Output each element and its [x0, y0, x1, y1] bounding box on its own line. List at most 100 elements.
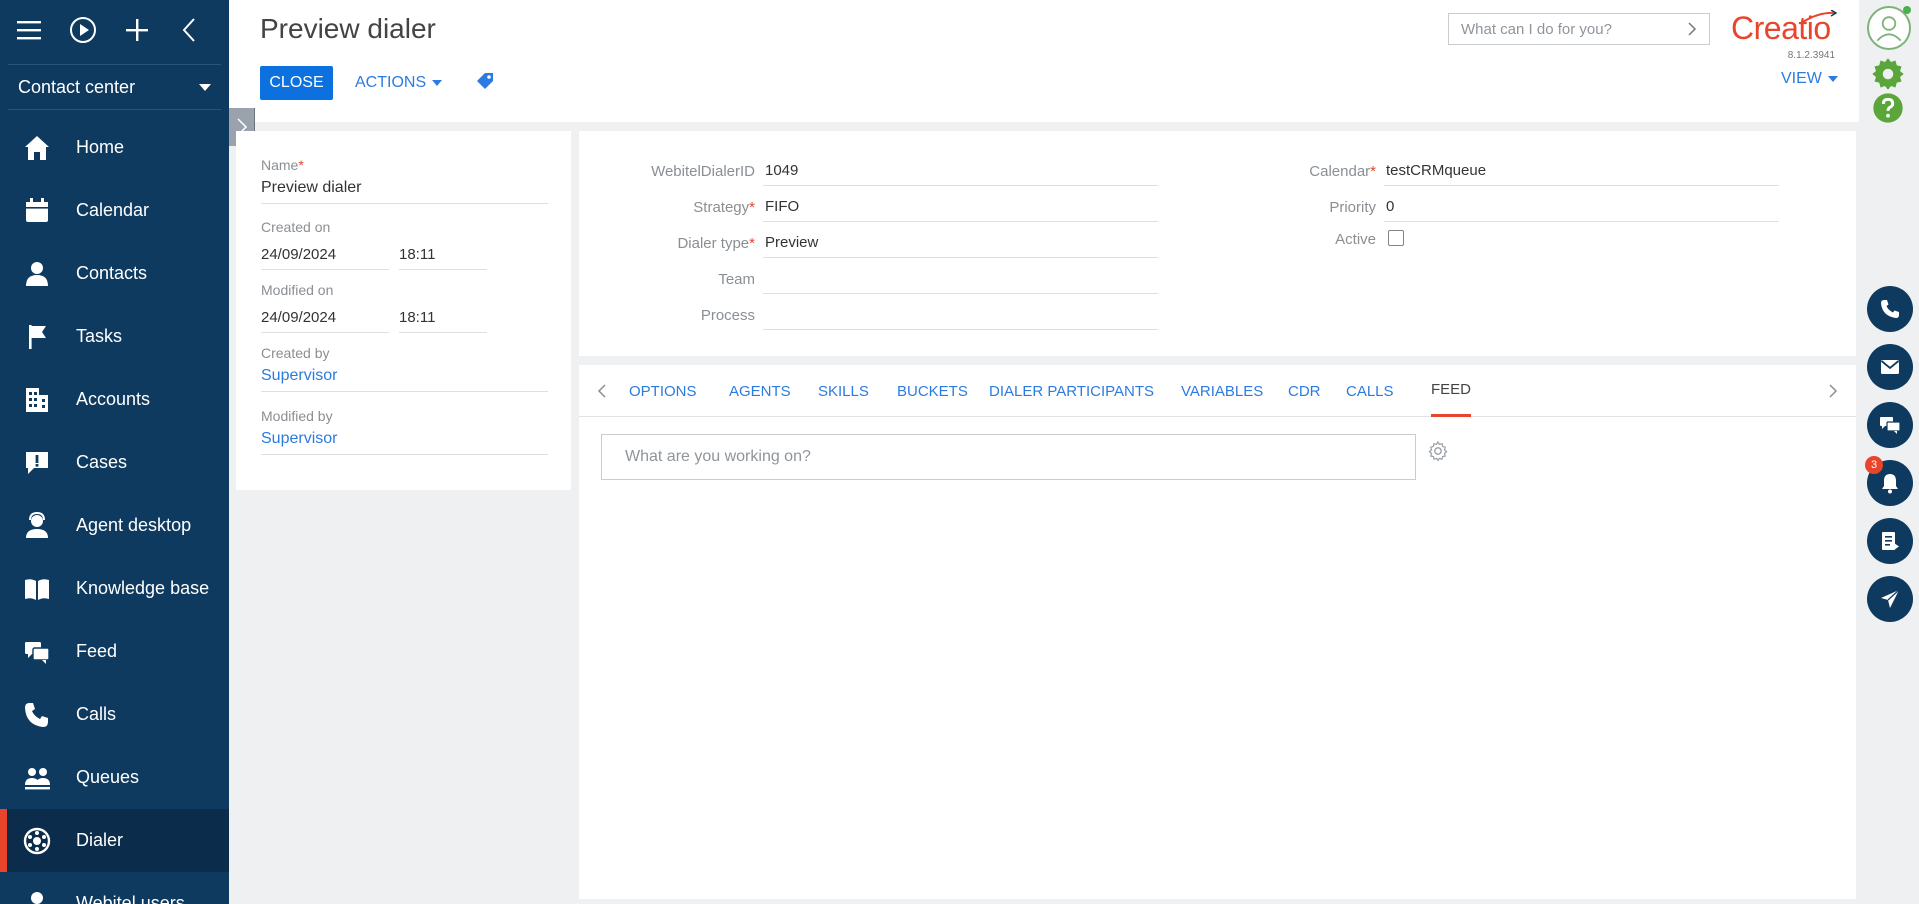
- chevron-left-icon[interactable]: [595, 382, 611, 400]
- sidebar-item-accounts[interactable]: Accounts: [0, 368, 229, 431]
- calendar-value[interactable]: testCRMqueue: [1384, 158, 1779, 186]
- add-button[interactable]: [122, 10, 176, 50]
- actions-button[interactable]: ACTIONS: [355, 66, 443, 100]
- document-arrow-icon: [1882, 532, 1899, 550]
- record-info-card: Name* Preview dialer Created on 24/09/20…: [236, 131, 571, 490]
- close-button[interactable]: CLOSE: [260, 66, 333, 100]
- notifications-panel-button[interactable]: 3: [1865, 456, 1913, 506]
- gear-icon[interactable]: [1870, 56, 1906, 92]
- strategy-label-text: Strategy: [693, 199, 750, 216]
- name-value[interactable]: Preview dialer: [261, 179, 548, 204]
- detail-tabs-card: OPTIONS AGENTS SKILLS BUCKETS DIALER PARTICI…: [579, 365, 1856, 899]
- tab-cdr[interactable]: CDR: [1288, 365, 1321, 417]
- sidebar-item-feed[interactable]: Feed: [0, 620, 229, 683]
- user-icon: [1876, 16, 1902, 42]
- calendar-field[interactable]: Calendar* testCRMqueue: [1199, 158, 1779, 186]
- online-status-dot: [1903, 6, 1911, 14]
- sidebar-item-label: Accounts: [76, 389, 151, 409]
- required-marker: *: [749, 199, 755, 216]
- team-label: Team: [718, 271, 755, 288]
- sidebar-item-webitel-users[interactable]: Webitel users: [0, 872, 229, 904]
- created-by-link[interactable]: Supervisor: [261, 367, 548, 392]
- team-value[interactable]: [763, 266, 1158, 294]
- priority-label: Priority: [1329, 199, 1376, 216]
- feed-post-input[interactable]: What are you working on?: [601, 434, 1416, 480]
- sidebar-item-knowledge-base[interactable]: Knowledge base: [0, 557, 229, 620]
- menu-button[interactable]: [14, 10, 68, 50]
- dialer-id-field[interactable]: WebitelDialerID 1049: [579, 158, 1158, 186]
- chevron-right-icon[interactable]: [1824, 382, 1840, 400]
- command-search-input[interactable]: What can I do for you?: [1448, 13, 1710, 45]
- view-button[interactable]: VIEW: [1781, 70, 1838, 88]
- name-label-text: Name: [261, 157, 299, 173]
- priority-field[interactable]: Priority 0: [1199, 194, 1779, 222]
- sidebar-item-home[interactable]: Home: [0, 116, 229, 179]
- process-value[interactable]: [763, 302, 1158, 330]
- tab-buckets[interactable]: BUCKETS: [897, 365, 968, 417]
- dialer-fields-card: WebitelDialerID 1049 Strategy* FIFO Dial…: [579, 131, 1856, 356]
- created-on-field: 24/09/2024 18:11: [261, 246, 487, 270]
- email-panel-button[interactable]: [1867, 344, 1913, 390]
- queue-icon: [22, 763, 52, 793]
- chevron-down-icon: [1827, 76, 1838, 82]
- sidebar-item-queues[interactable]: Queues: [0, 746, 229, 809]
- logo-swoosh-icon: [1802, 10, 1837, 23]
- required-marker: *: [749, 235, 755, 252]
- tab-options[interactable]: OPTIONS: [629, 365, 697, 417]
- bell-icon: [1882, 474, 1898, 494]
- sidebar-item-contacts[interactable]: Contacts: [0, 242, 229, 305]
- tasks-panel-button[interactable]: [1867, 518, 1913, 564]
- sidebar-item-cases[interactable]: Cases: [0, 431, 229, 494]
- sidebar-item-tasks[interactable]: Tasks: [0, 305, 229, 368]
- sidebar-item-calls[interactable]: Calls: [0, 683, 229, 746]
- phone-panel-button[interactable]: [1867, 286, 1913, 332]
- name-field[interactable]: Name* Preview dialer: [261, 157, 548, 204]
- tab-calls[interactable]: CALLS: [1346, 365, 1394, 417]
- modified-on-label: Modified on: [261, 282, 334, 298]
- active-checkbox[interactable]: [1388, 230, 1404, 246]
- strategy-field[interactable]: Strategy* FIFO: [579, 194, 1158, 222]
- dialer-type-field[interactable]: Dialer type* Preview: [579, 230, 1158, 258]
- strategy-value[interactable]: FIFO: [763, 194, 1158, 222]
- chevron-down-icon: [199, 83, 211, 91]
- dialer-type-value[interactable]: Preview: [763, 230, 1158, 258]
- created-on-label: Created on: [261, 219, 331, 235]
- gear-icon[interactable]: [1427, 440, 1449, 462]
- chat-panel-button[interactable]: [1867, 402, 1913, 448]
- workspace-selector[interactable]: Contact center: [8, 64, 221, 110]
- tab-bar: OPTIONS AGENTS SKILLS BUCKETS DIALER PARTICI…: [579, 365, 1856, 417]
- dialer-type-label: Dialer type*: [579, 235, 755, 258]
- calendar-label-text: Calendar: [1309, 163, 1371, 180]
- modified-on-label-wrap: Modified on: [261, 282, 548, 298]
- priority-value[interactable]: 0: [1384, 194, 1779, 222]
- sidebar-item-calendar[interactable]: Calendar: [0, 179, 229, 242]
- tab-feed[interactable]: FEED: [1431, 365, 1472, 417]
- envelope-icon: [1880, 360, 1900, 374]
- sidebar-item-label: Cases: [76, 452, 128, 472]
- dialer-id-value[interactable]: 1049: [763, 158, 1158, 186]
- sidebar-item-agent-desktop[interactable]: Agent desktop: [0, 494, 229, 557]
- help-icon[interactable]: [1872, 92, 1904, 124]
- case-icon: [22, 448, 52, 478]
- chat-icon: [1880, 417, 1901, 434]
- sidebar-toolbar: [0, 0, 229, 60]
- collapse-sidebar-button[interactable]: [175, 10, 229, 50]
- send-panel-button[interactable]: [1867, 576, 1913, 622]
- created-on-label-wrap: Created on: [261, 219, 548, 235]
- modified-by-link[interactable]: Supervisor: [261, 430, 548, 455]
- tab-skills[interactable]: SKILLS: [818, 365, 869, 417]
- play-circle-icon: [69, 17, 96, 43]
- tab-agents[interactable]: AGENTS: [729, 365, 791, 417]
- contact-icon: [22, 259, 52, 289]
- sidebar-item-label: Agent desktop: [76, 515, 192, 535]
- team-field[interactable]: Team: [579, 266, 1158, 294]
- chevron-down-icon: [432, 80, 443, 86]
- tag-icon[interactable]: [474, 71, 496, 93]
- tab-dialer-participants[interactable]: DIALER PARTICIPANTS: [989, 365, 1154, 417]
- tab-variables[interactable]: VARIABLES: [1181, 365, 1263, 417]
- avatar[interactable]: [1867, 6, 1911, 50]
- sidebar-item-dialer[interactable]: Dialer: [0, 809, 229, 872]
- process-field[interactable]: Process: [579, 302, 1158, 330]
- process-button[interactable]: [68, 10, 122, 50]
- send-icon: [1881, 589, 1900, 608]
